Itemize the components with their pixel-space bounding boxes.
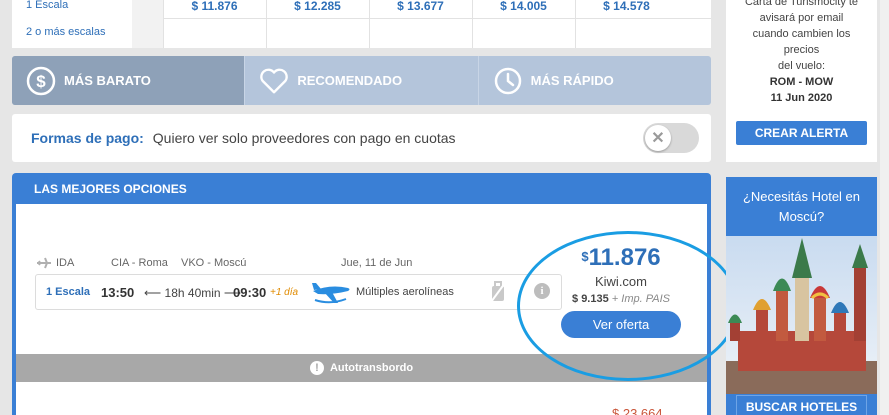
- airline-logo-icon: [310, 279, 352, 312]
- date-label: Jue, 11 de Jun: [341, 257, 413, 269]
- stops-label: 1 Escala: [46, 286, 91, 298]
- duration: ⟵ 18h 40min ⟶: [144, 286, 242, 300]
- fare-gutter: [132, 0, 163, 48]
- installments-toggle[interactable]: ✕: [643, 123, 699, 153]
- warning-icon: !: [309, 361, 324, 375]
- tab-label: MÁS BARATO: [64, 73, 151, 88]
- alert-text: Carta de Turismocity te avisará por emai…: [744, 0, 859, 104]
- flight-result-card: IDA CIA - Roma VKO - Moscú Jue, 11 de Ju…: [16, 204, 707, 415]
- tab-recommended[interactable]: RECOMENDADO: [245, 56, 479, 105]
- fare-cell[interactable]: $ 14.005: [472, 0, 574, 48]
- provider-name: Kiwi.com: [594, 274, 647, 289]
- fare-cell[interactable]: $ 13.677: [369, 0, 471, 48]
- search-hotels-button[interactable]: BUSCAR HOTELES: [736, 395, 867, 415]
- price-alert-card: Carta de Turismocity te avisará por emai…: [726, 0, 877, 162]
- close-icon: ✕: [645, 125, 671, 151]
- origin-label: CIA - Roma: [111, 257, 168, 269]
- direction-label: IDA: [56, 257, 75, 269]
- payment-filter: Formas de pago: Quiero ver solo proveedo…: [12, 114, 711, 162]
- arrival-time: 09:30: [233, 285, 267, 300]
- svg-text:$: $: [36, 72, 46, 91]
- best-options-title: LAS MEJORES OPCIONES: [34, 182, 187, 196]
- fare-cell[interactable]: $ 12.285: [266, 0, 368, 48]
- plus-day: +1 día: [270, 287, 299, 298]
- price-amount: $11.876: [581, 244, 661, 271]
- payment-text: Quiero ver solo proveedores con pago en …: [152, 130, 456, 146]
- fare-row-label[interactable]: 1 Escala: [26, 0, 68, 11]
- fare-row-labels: 1 Escala 2 o más escalas: [12, 0, 132, 48]
- price-block: $11.876 Kiwi.com $ 9.135 + Imp. PAIS Ver…: [536, 244, 706, 338]
- hotel-promo-title: ¿Necesitás Hotel en Moscú?: [742, 189, 861, 224]
- plane-icon: [36, 256, 52, 273]
- tab-cheapest[interactable]: $ MÁS BARATO: [12, 56, 246, 105]
- view-offer-button[interactable]: Ver oferta: [561, 311, 681, 338]
- clock-icon: [493, 66, 523, 96]
- no-baggage-icon: [490, 281, 506, 308]
- page-scrollbar[interactable]: [880, 0, 889, 415]
- heart-icon: [259, 66, 289, 96]
- flight-segment[interactable]: 1 Escala 13:50 ⟵ 18h 40min ⟶ 09:30 +1 dí…: [35, 274, 562, 310]
- departure-time: 13:50: [101, 285, 135, 300]
- best-options-panel: LAS MEJORES OPCIONES IDA CIA - Roma VKO …: [12, 173, 711, 415]
- price-with-taxes: $ 9.135 + Imp. PAIS: [572, 293, 670, 305]
- self-transfer-banner: ! Autotransbordo: [16, 354, 707, 382]
- airline-name: Múltiples aerolíneas: [356, 286, 454, 298]
- fare-row-label[interactable]: 2 o más escalas: [26, 26, 105, 38]
- destination-label: VKO - Moscú: [181, 257, 247, 269]
- dollar-icon: $: [26, 66, 56, 96]
- transfer-label: Autotransbordo: [329, 362, 414, 374]
- payment-label: Formas de pago:: [31, 130, 144, 146]
- fare-cell[interactable]: $ 14.578: [575, 0, 677, 48]
- tab-label: MÁS RÁPIDO: [530, 73, 614, 88]
- next-result-price: $ 23.664: [612, 406, 663, 415]
- tab-label: RECOMENDADO: [297, 73, 403, 88]
- fare-cell[interactable]: $ 11.876: [163, 0, 265, 48]
- tab-fastest[interactable]: MÁS RÁPIDO: [479, 56, 711, 105]
- moscow-cathedral-image: [726, 236, 877, 394]
- sort-tabs: $ MÁS BARATO RECOMENDADO MÁS RÁPIDO: [12, 56, 711, 105]
- create-alert-button[interactable]: CREAR ALERTA: [736, 121, 867, 145]
- hotel-promo-card: ¿Necesitás Hotel en Moscú? BUSCAR HOTELE…: [726, 177, 877, 415]
- fare-matrix: 1 Escala 2 o más escalas $ 11.876 $ 12.2…: [12, 0, 711, 48]
